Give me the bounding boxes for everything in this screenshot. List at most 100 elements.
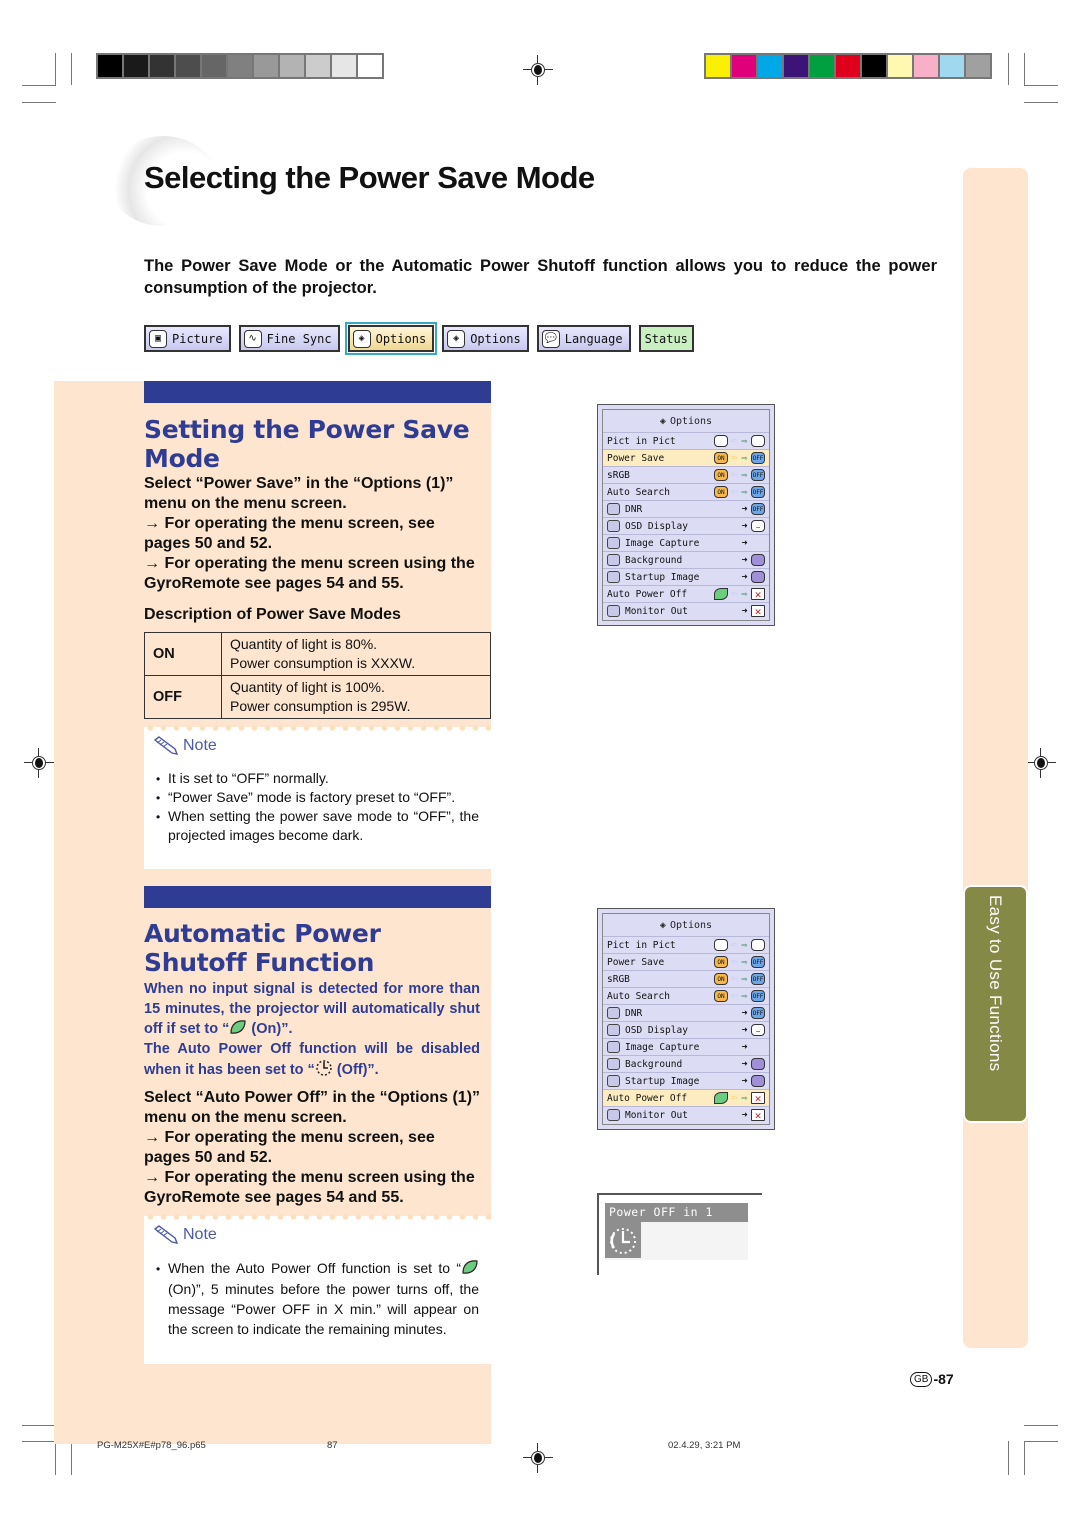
note-item: It is set to “OFF” normally. [156, 769, 479, 788]
pencil-icon [153, 736, 179, 755]
note-list: When the Auto Power Off function is set … [156, 1258, 479, 1339]
menu-item-label: Pict in Pict [607, 939, 676, 951]
menu-item[interactable]: Auto Power Off ⇦ ⇨ ✕ [603, 585, 769, 602]
menu-title: ◈ Options [603, 410, 769, 432]
menu-item[interactable]: Pict in Pict ⇦ ⇨ [603, 936, 769, 953]
menu-item[interactable]: Monitor Out ➜ ✕ [603, 1106, 769, 1123]
menu-item[interactable]: Monitor Out ➜ ✕ [603, 602, 769, 619]
arrow-left-icon: ⇦ [731, 1093, 737, 1103]
menu-item[interactable]: Auto Power Off ⇦ ⇨ ✕ [603, 1089, 769, 1106]
crop-mark [71, 53, 72, 85]
frame-edge [597, 1193, 599, 1275]
options1-icon: ◈ [352, 329, 371, 348]
menu-item[interactable]: Image Capture ➜ [603, 1038, 769, 1055]
off-value-icon: OFF [751, 503, 765, 515]
menu-item[interactable]: OSD Display ➜… [603, 517, 769, 534]
menu-item[interactable]: DNR ➜ OFF [603, 500, 769, 517]
tab-picture[interactable]: ▣ Picture [144, 325, 231, 352]
color-swatch [862, 55, 886, 77]
menu-item-values: ➜ [740, 1058, 765, 1070]
pencil-icon [153, 1225, 179, 1244]
crop-mark [1024, 1441, 1025, 1475]
menu-item-label: sRGB [607, 469, 630, 481]
menu-item[interactable]: sRGB ON ⇦ ⇨ OFF [603, 466, 769, 483]
menu-item-values: ON ⇦ ⇨ OFF [714, 973, 765, 985]
menu-item-label: Monitor Out [625, 1109, 688, 1121]
options-icon: ◈ [659, 415, 666, 427]
note-item: “Power Save” mode is factory preset to “… [156, 788, 479, 807]
menu-item-label: Auto Power Off [607, 588, 688, 600]
tab-fine-sync[interactable]: ∿ Fine Sync [238, 325, 340, 352]
arrow-right-icon: ➜ [741, 554, 748, 566]
menu-item[interactable]: Background ➜ [603, 1055, 769, 1072]
menu-item[interactable]: Power Save ON ⇦ ⇨ OFF [603, 953, 769, 970]
crop-mark [1008, 53, 1009, 85]
color-swatch [306, 55, 330, 77]
arrow-left-icon: ⇦ [731, 940, 737, 950]
menu-item[interactable]: Auto Search ON ⇦ ⇨ OFF [603, 987, 769, 1004]
color-swatch [202, 55, 226, 77]
chapter-tab-label: Easy to Use Functions [986, 895, 1005, 1072]
off-value-icon: OFF [751, 452, 765, 464]
menu-item-label: sRGB [607, 973, 630, 985]
leaf-icon [462, 1260, 478, 1274]
menu-item-label: Auto Power Off [607, 1092, 688, 1104]
menu-item-icon [607, 1075, 620, 1087]
tab-language[interactable]: 💬 Language [536, 325, 631, 352]
color-swatch [150, 55, 174, 77]
menu-item[interactable]: OSD Display ➜… [603, 1021, 769, 1038]
tab-options-2[interactable]: ◈ Options [442, 325, 529, 352]
menu-item[interactable]: Startup Image ➜ [603, 568, 769, 585]
menu-title-text: Options [669, 919, 713, 931]
menu-item[interactable]: Pict in Pict ⇦ ⇨ [603, 432, 769, 449]
options2-icon: ◈ [447, 329, 466, 348]
menu-item[interactable]: Startup Image ➜ [603, 1072, 769, 1089]
menu-item[interactable]: Background ➜ [603, 551, 769, 568]
disabled-icon: ✕ [751, 1092, 765, 1105]
menu-item-label: Auto Search [607, 486, 670, 498]
arrow-left-icon: ⇦ [731, 436, 737, 446]
menu-item[interactable]: Image Capture ➜ [603, 534, 769, 551]
registration-mark-icon [523, 1443, 553, 1473]
arrow-right-icon: ⇨ [741, 588, 748, 600]
osd-value-icon: … [751, 520, 765, 532]
crop-mark [1024, 1441, 1058, 1442]
note-label: Note [183, 737, 217, 754]
image-value-icon [751, 1058, 765, 1070]
power-save-steps: Select “Power Save” in the “Options (1)”… [144, 474, 480, 594]
tab-status[interactable]: Status [638, 325, 694, 352]
on-value-icon: ON [714, 486, 728, 498]
menu-item[interactable]: DNR ➜ OFF [603, 1004, 769, 1021]
note-label: Note [183, 1226, 217, 1243]
section-bar [144, 381, 491, 403]
menu-item-icon [607, 1058, 620, 1070]
color-swatch [784, 55, 808, 77]
menu-item-values: ON ⇦ ⇨ OFF [714, 452, 765, 464]
arrow-right-icon: ➜ [741, 1109, 748, 1121]
grayscale-calibration-bar [96, 53, 384, 79]
tab-options-1[interactable]: ◈ Options [344, 322, 438, 355]
arrow-right-icon: ➜ [741, 520, 748, 532]
menu-item-icon [607, 554, 620, 566]
frame-edge [597, 1193, 762, 1195]
crop-mark [1008, 1441, 1009, 1475]
menu-item[interactable]: sRGB ON ⇦ ⇨ OFF [603, 970, 769, 987]
image-value-icon [751, 1075, 765, 1087]
reference-menu-pages: → For operating the menu screen, see pag… [144, 515, 435, 552]
arrow-left-icon: ⇦ [731, 974, 737, 984]
menu-item-values: ➜ ✕ [740, 1109, 765, 1122]
off-value-icon: OFF [751, 1007, 765, 1019]
footer-date: 02.4.29, 3:21 PM [668, 1440, 741, 1451]
crop-mark [1024, 102, 1058, 103]
on-value-icon: ON [714, 469, 728, 481]
menu-item[interactable]: Power Save ON ⇦ ⇨ OFF [603, 449, 769, 466]
power-off-message: Power OFF in 1 min. [605, 1203, 748, 1238]
menu-item[interactable]: Auto Search ON ⇦ ⇨ OFF [603, 483, 769, 500]
side-tab-background [963, 168, 1028, 1348]
section-bar [144, 886, 491, 908]
arrow-right-icon: ➜ [741, 571, 748, 583]
language-icon: 💬 [541, 329, 560, 348]
color-swatch [888, 55, 912, 77]
menu-item-icon [607, 537, 620, 549]
menu-item-label: OSD Display [625, 520, 688, 532]
